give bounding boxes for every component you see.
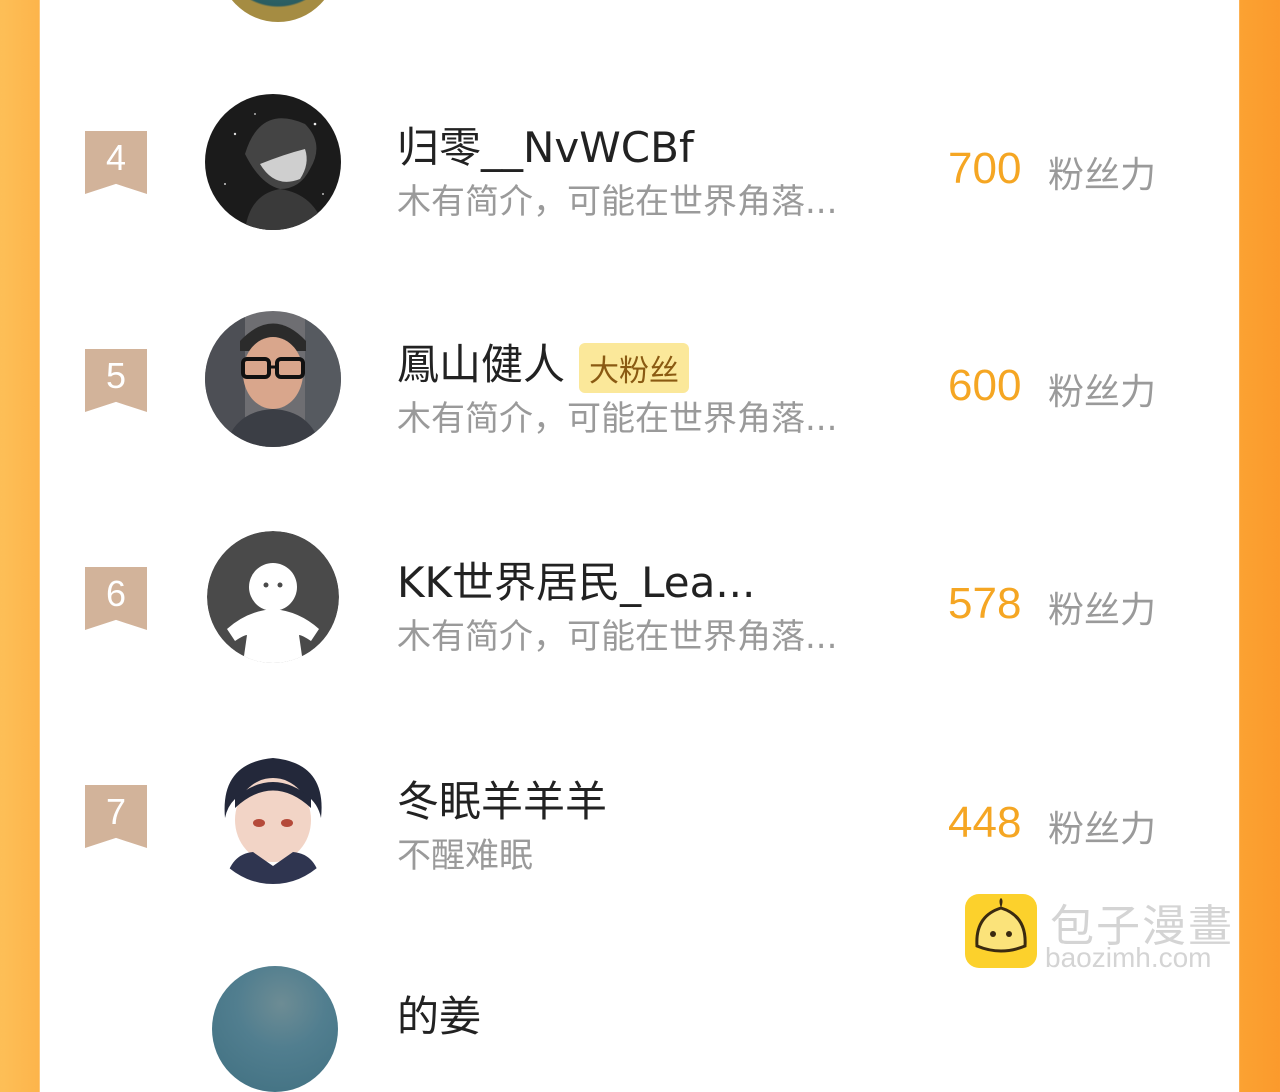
- user-bio: 木有简介，可能在世界角落...: [397, 182, 838, 222]
- ranking-row[interactable]: 5 鳳山健人 大粉丝 木有简介，可能在世界角落... 600 粉丝力: [40, 305, 1239, 455]
- fan-ranking-list: 4 归零__NvWCBf 木有简介，可能在世界角落... 700 粉丝力 5 鳳…: [40, 0, 1239, 1092]
- big-fan-badge: 大粉丝: [579, 342, 690, 393]
- user-bio: 不醒难眠: [397, 836, 533, 876]
- ranking-row[interactable]: 6 KK世界居民_Lea... 木有简介，可能在世界角落... 578 粉丝力: [40, 523, 1239, 673]
- user-name[interactable]: 冬眠羊羊羊: [397, 768, 607, 829]
- rank-number: 6: [105, 573, 127, 614]
- fan-power-score: 700: [948, 144, 1022, 193]
- fan-power-score: 600: [948, 361, 1022, 410]
- watermark-url: baozimh.com: [1045, 942, 1212, 973]
- user-name[interactable]: 鳳山健人 大粉丝: [397, 331, 690, 393]
- user-name-text: 归零__NvWCBf: [397, 123, 694, 172]
- fan-power-unit: 粉丝力: [1048, 372, 1157, 413]
- rank-number: 4: [105, 137, 127, 178]
- user-name[interactable]: KK世界居民_Lea...: [397, 549, 755, 610]
- user-name-text: KK世界居民_Lea...: [397, 558, 756, 607]
- rank-number: 5: [105, 355, 127, 396]
- avatar-partial[interactable]: [212, 966, 338, 1092]
- user-name-partial[interactable]: 的姜: [397, 983, 481, 1044]
- fan-power-unit: 粉丝力: [1048, 155, 1157, 196]
- user-bio: 木有简介，可能在世界角落...: [397, 617, 838, 657]
- watermark: 包子漫畫 baozimh.com: [965, 890, 1255, 980]
- rank-badge: 7: [85, 785, 147, 848]
- fan-power-score: 448: [948, 798, 1022, 847]
- fan-power-unit: 粉丝力: [1048, 590, 1157, 631]
- avatar-partial[interactable]: [218, 0, 338, 22]
- user-avatar[interactable]: [205, 311, 341, 447]
- rank-badge: 5: [85, 349, 147, 412]
- user-avatar[interactable]: [205, 748, 341, 884]
- user-name[interactable]: 归零__NvWCBf: [397, 114, 694, 175]
- user-bio: 木有简介，可能在世界角落...: [397, 399, 838, 439]
- rank-number: 7: [105, 791, 127, 832]
- user-name-text: 冬眠羊羊羊: [397, 777, 608, 826]
- rank-badge: 4: [85, 131, 147, 194]
- fan-power-score: 578: [948, 579, 1022, 628]
- fan-power-unit: 粉丝力: [1048, 809, 1157, 850]
- default-user-avatar[interactable]: [207, 531, 339, 663]
- rank-badge: 6: [85, 567, 147, 630]
- bun-logo-icon: [965, 894, 1037, 968]
- user-avatar[interactable]: [205, 94, 341, 230]
- ranking-row[interactable]: 4 归零__NvWCBf 木有简介，可能在世界角落... 700 粉丝力: [40, 88, 1239, 238]
- user-name-text: 鳳山健人: [397, 340, 566, 389]
- ranking-row[interactable]: 7 冬眠羊羊羊 不醒难眠 448 粉丝力: [40, 742, 1239, 892]
